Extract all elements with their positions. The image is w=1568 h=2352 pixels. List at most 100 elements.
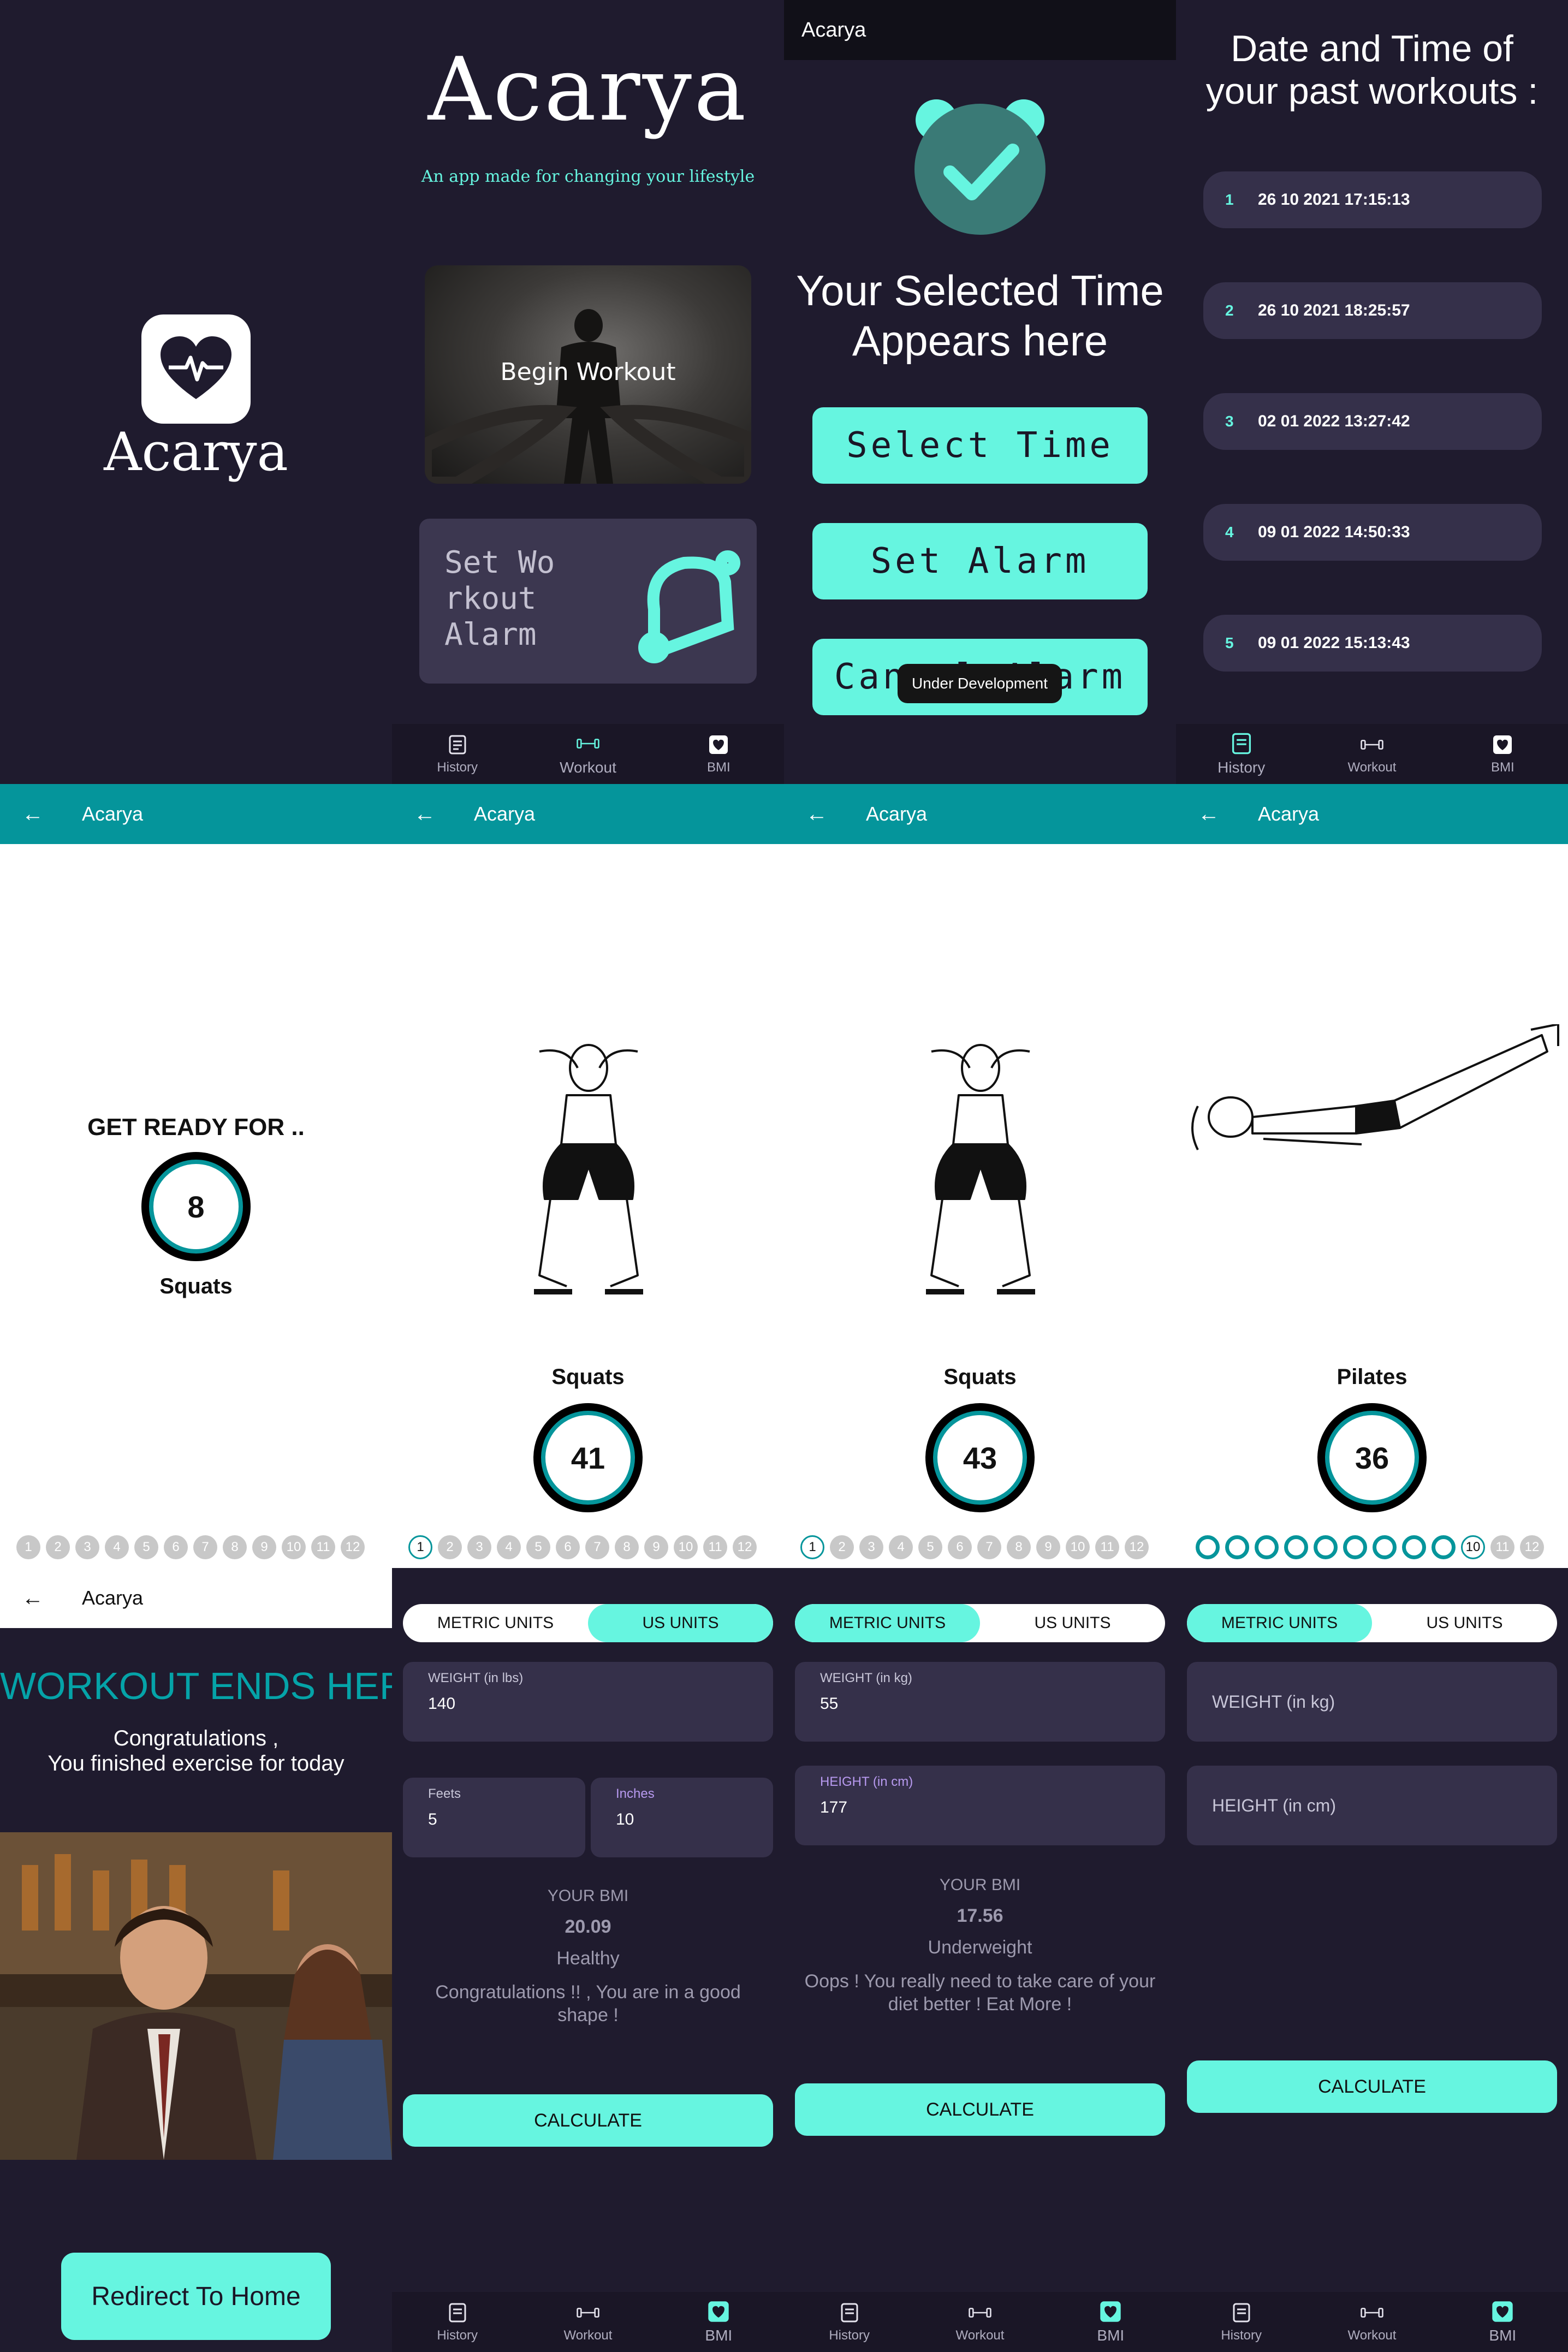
step-dot: 3 xyxy=(75,1535,99,1559)
nav-history[interactable]: History xyxy=(1187,2301,1296,2343)
history-row: 1 26 10 2021 17:15:13 xyxy=(1203,171,1542,228)
step-dot: 7 xyxy=(193,1535,217,1559)
height-field-label: HEIGHT (in cm) xyxy=(820,1774,913,1789)
begin-workout-label: Begin Workout xyxy=(500,358,676,386)
exercise-timer: 41 xyxy=(533,1403,643,1512)
history-row: 5 09 01 2022 15:13:43 xyxy=(1203,615,1542,672)
step-dot: 2 xyxy=(46,1535,70,1559)
exercise-timer: 36 xyxy=(1317,1403,1427,1512)
calculate-button[interactable]: CALCULATE xyxy=(1187,2060,1557,2113)
back-arrow-icon[interactable]: ← xyxy=(806,803,828,825)
nav-history-label: History xyxy=(1221,2328,1262,2343)
nav-bmi[interactable]: BMI xyxy=(1448,733,1557,775)
exercise-app-title: Acarya xyxy=(474,803,536,825)
finish-app-title: Acarya xyxy=(82,1587,144,1609)
height-field[interactable]: HEIGHT (in cm) 177 xyxy=(795,1766,1165,1845)
back-arrow-icon[interactable]: ← xyxy=(1198,803,1220,825)
us-units-tab[interactable]: US UNITS xyxy=(980,1604,1165,1642)
history-screen: Date and Time of your past workouts : 1 2… xyxy=(1176,0,1568,784)
exercise-progress: 10 11 12 xyxy=(1196,1535,1544,1559)
calculate-button[interactable]: CALCULATE xyxy=(795,2083,1165,2136)
weight-field-value: 55 xyxy=(820,1695,839,1713)
exercise-timer: 43 xyxy=(925,1403,1035,1512)
nav-history[interactable]: History xyxy=(403,2301,512,2343)
bmi-status: Underweight xyxy=(928,1937,1032,1958)
workout-ends-heading: WORKOUT ENDS HERE xyxy=(0,1665,392,1707)
exercise-progress: 1 2 3 4 5 6 7 8 9 10 11 12 xyxy=(408,1535,757,1559)
nav-workout[interactable]: Workout xyxy=(533,2301,643,2343)
rest-timer: 8 xyxy=(141,1152,251,1261)
exercise-progress: 1 2 3 4 5 6 7 8 9 10 11 12 xyxy=(800,1535,1149,1559)
feet-field-label: Feets xyxy=(428,1786,461,1801)
history-row: 2 26 10 2021 18:25:57 xyxy=(1203,282,1542,339)
heart-box-icon xyxy=(1490,733,1514,757)
history-row-number: 3 xyxy=(1225,413,1234,430)
nav-bmi[interactable]: BMI xyxy=(664,733,773,775)
exercise-appbar: ← Acarya xyxy=(1176,784,1568,844)
nav-history[interactable]: History xyxy=(403,733,512,775)
weight-field[interactable]: WEIGHT (in kg) 55 xyxy=(795,1662,1165,1742)
metric-units-tab[interactable]: METRIC UNITS xyxy=(1187,1604,1372,1642)
nav-bmi[interactable]: BMI xyxy=(1056,2300,1165,2344)
dumbbell-icon xyxy=(576,732,600,756)
finish-line-1: Congratulations , xyxy=(113,1726,279,1750)
alarm-screen: Acarya Your Selected Time Appears here S… xyxy=(784,0,1176,784)
nav-bmi[interactable]: BMI xyxy=(664,2300,773,2344)
nav-bmi-label: BMI xyxy=(1489,2327,1517,2344)
back-arrow-icon[interactable]: ← xyxy=(22,803,44,825)
back-arrow-icon[interactable]: ← xyxy=(22,1587,44,1609)
step-dot: 1 xyxy=(16,1535,40,1559)
heart-box-icon xyxy=(706,2300,730,2324)
squat-illustration xyxy=(534,1044,643,1294)
calculate-button[interactable]: CALCULATE xyxy=(403,2094,773,2147)
toast-message: Under Development xyxy=(898,664,1062,703)
history-icon xyxy=(838,2301,862,2325)
step-dot: 12 xyxy=(1520,1535,1544,1559)
history-icon xyxy=(1230,2301,1254,2325)
weight-field-value: 140 xyxy=(428,1695,456,1713)
alarm-check-icon xyxy=(914,99,1046,235)
us-units-tab[interactable]: US UNITS xyxy=(1372,1604,1557,1642)
select-time-button[interactable]: Select Time xyxy=(812,407,1148,484)
nav-workout[interactable]: Workout xyxy=(533,732,643,776)
step-dot-done xyxy=(1196,1535,1220,1559)
begin-workout-card[interactable]: Begin Workout xyxy=(425,265,751,484)
nav-history[interactable]: History xyxy=(1187,732,1296,776)
step-dot: 1 xyxy=(800,1535,824,1559)
inches-field[interactable]: Inches 10 xyxy=(591,1778,773,1857)
nav-bmi-label: BMI xyxy=(706,760,730,775)
set-alarm-button[interactable]: Set Alarm xyxy=(812,523,1148,599)
unit-toggle: METRIC UNITS US UNITS xyxy=(1187,1604,1557,1642)
alarm-card-label: Set Wo rkout Alarm xyxy=(444,545,555,652)
nav-workout[interactable]: Workout xyxy=(1317,2301,1427,2343)
nav-history[interactable]: History xyxy=(795,2301,904,2343)
step-dot: 12 xyxy=(1125,1535,1149,1559)
redirect-home-button[interactable]: Redirect To Home xyxy=(61,2253,331,2340)
weight-field[interactable]: WEIGHT (in kg) xyxy=(1187,1662,1557,1742)
history-icon xyxy=(446,2301,470,2325)
metric-units-tab[interactable]: METRIC UNITS xyxy=(795,1604,980,1642)
exercise-screen-squats-2: ← Acarya Squats 43 1 2 3 4 5 6 7 8 9 10 1… xyxy=(784,784,1176,1568)
us-units-tab[interactable]: US UNITS xyxy=(588,1604,773,1642)
step-dot: 11 xyxy=(311,1535,335,1559)
finish-screen: ← Acarya WORKOUT ENDS HERE Congratulation… xyxy=(0,1568,392,2352)
splash-screen: Acarya xyxy=(0,0,392,784)
metric-units-tab[interactable]: METRIC UNITS xyxy=(403,1604,588,1642)
finish-line-2: You finished exercise for today xyxy=(47,1751,345,1775)
nav-workout[interactable]: Workout xyxy=(1317,733,1427,775)
feet-field[interactable]: Feets 5 xyxy=(403,1778,585,1857)
bmi-us-screen: METRIC UNITS US UNITS WEIGHT (in lbs) 14… xyxy=(392,1568,784,2352)
nav-workout[interactable]: Workout xyxy=(925,2301,1035,2343)
history-row-number: 1 xyxy=(1225,191,1234,208)
height-field[interactable]: HEIGHT (in cm) xyxy=(1187,1766,1557,1845)
nav-bmi[interactable]: BMI xyxy=(1448,2300,1557,2344)
exercise-name: Squats xyxy=(551,1365,625,1389)
set-workout-alarm-card[interactable]: Set Wo rkout Alarm xyxy=(419,519,757,684)
step-dot-done xyxy=(1225,1535,1249,1559)
back-arrow-icon[interactable]: ← xyxy=(414,803,436,825)
nav-bmi-label: BMI xyxy=(1097,2327,1125,2344)
exercise-screen-squats-1: ← Acarya Squats 41 1 2 3 4 5 6 7 8 9 10 1… xyxy=(392,784,784,1568)
history-row-number: 4 xyxy=(1225,524,1234,541)
heart-box-icon xyxy=(1490,2300,1514,2324)
weight-field[interactable]: WEIGHT (in lbs) 140 xyxy=(403,1662,773,1742)
